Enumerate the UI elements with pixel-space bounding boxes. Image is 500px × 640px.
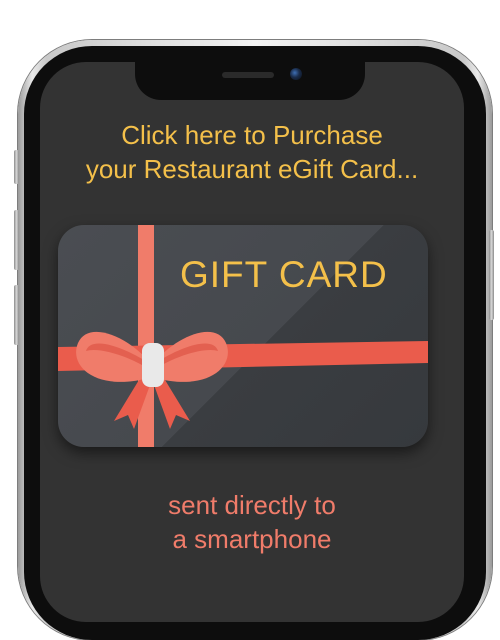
speaker-icon: [222, 72, 274, 78]
subtitle-line-2: a smartphone: [172, 524, 332, 554]
headline-line-1: Click here to Purchase: [121, 120, 383, 150]
delivery-note: sent directly to a smartphone: [40, 488, 464, 556]
camera-icon: [290, 68, 302, 80]
purchase-link[interactable]: Click here to Purchase your Restaurant e…: [40, 118, 464, 186]
phone-volume-down: [14, 285, 19, 345]
gift-card-title: GIFT CARD: [180, 254, 388, 295]
phone-volume-up: [14, 210, 19, 270]
bow-knot: [142, 343, 164, 387]
ribbon-vertical: [138, 225, 154, 447]
phone-mute-switch: [14, 150, 19, 184]
headline-line-2: your Restaurant eGift Card...: [85, 154, 419, 184]
phone-power-button: [489, 230, 494, 320]
phone-notch: [135, 62, 365, 100]
subtitle-line-1: sent directly to: [168, 490, 336, 520]
